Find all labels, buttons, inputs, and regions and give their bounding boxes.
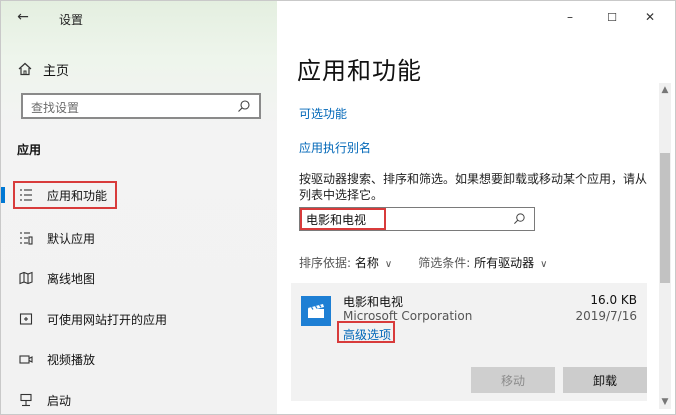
page-title: 应用和功能 [297,57,422,85]
app-size: 16.0 KB [590,293,637,307]
minimize-icon: – [567,10,573,24]
section-heading-apps: 应用 [17,143,42,157]
scroll-thumb[interactable] [660,153,670,283]
close-icon: ✕ [644,10,656,24]
default-apps-icon [18,230,34,246]
maximize-button[interactable]: ☐ [595,7,629,27]
search-icon[interactable] [237,99,251,113]
sidebar-item-label: 视频播放 [47,352,96,367]
settings-window: ← 设置 主页 查找设置 应用 应用和功能 默认应用 离线地图 可使用网站打开的… [0,0,676,415]
apps-for-websites-icon [18,311,34,327]
app-execution-aliases-link[interactable]: 应用执行别名 [299,139,371,156]
sidebar-item-offline-maps[interactable]: 离线地图 [1,261,277,295]
sidebar-item-label: 默认应用 [47,231,96,246]
scroll-up-icon[interactable]: ▲ [659,83,671,97]
sidebar-item-label: 启动 [47,393,72,408]
sort-label: 排序依据: [299,256,352,270]
close-button[interactable]: ✕ [633,7,667,27]
minimize-button[interactable]: – [553,7,587,27]
filter-value: 所有驱动器 [474,256,535,270]
optional-features-link[interactable]: 可选功能 [299,105,347,122]
move-button[interactable]: 移动 [471,367,555,393]
search-placeholder: 查找设置 [31,101,80,115]
search-icon[interactable] [513,212,526,225]
sidebar-item-default-apps[interactable]: 默认应用 [1,221,277,255]
back-arrow-icon[interactable]: ← [14,8,32,26]
home-nav-item[interactable]: 主页 [17,57,69,81]
app-list-item[interactable]: 电影和电视 Microsoft Corporation 高级选项 16.0 KB… [291,283,647,401]
scrollbar[interactable]: ▲ ▼ [659,83,671,409]
sort-dropdown[interactable]: 排序依据: 名称 ∨ [299,256,418,270]
uninstall-button[interactable]: 卸载 [563,367,647,393]
active-indicator [1,187,5,203]
window-title: 设置 [59,13,84,27]
sidebar-item-video-playback[interactable]: 视频播放 [1,342,277,376]
settings-search-input[interactable]: 查找设置 [21,93,261,119]
filter-dropdown[interactable]: 筛选条件: 所有驱动器 ∨ [418,256,573,270]
startup-icon [18,392,34,408]
sidebar-item-label: 离线地图 [47,271,96,286]
scroll-down-icon[interactable]: ▼ [659,395,671,409]
video-playback-icon [18,351,34,367]
maximize-icon: ☐ [607,10,617,24]
sort-filter-row: 排序依据: 名称 ∨ 筛选条件: 所有驱动器 ∨ [299,254,573,271]
main-pane: – ☐ ✕ 应用和功能 可选功能 应用执行别名 按驱动器搜索、排序和筛选。如果想… [277,1,675,414]
sidebar-item-apps-for-websites[interactable]: 可使用网站打开的应用 [1,302,277,336]
home-icon [17,61,33,77]
home-label: 主页 [43,63,70,79]
chevron-down-icon: ∨ [540,259,548,270]
chevron-down-icon: ∨ [384,259,393,270]
title-bar: ← 设置 [1,1,277,33]
highlight-box-advanced-options [337,321,395,343]
app-install-date: 2019/7/16 [575,309,637,323]
filter-label: 筛选条件: [418,256,471,270]
description-text: 按驱动器搜索、排序和筛选。如果想要卸载或移动某个应用，请从列表中选择它。 [299,172,648,202]
sidebar-item-label: 可使用网站打开的应用 [47,312,168,327]
sort-value: 名称 [354,256,379,270]
app-name: 电影和电视 [343,295,404,309]
sidebar-item-startup[interactable]: 启动 [1,383,277,414]
offline-maps-icon [18,270,34,286]
sidebar: ← 设置 主页 查找设置 应用 应用和功能 默认应用 离线地图 可使用网站打开的… [1,1,277,414]
movies-tv-app-icon [301,296,331,326]
highlight-box-search [300,208,386,230]
highlight-box-apps-features [13,181,117,209]
